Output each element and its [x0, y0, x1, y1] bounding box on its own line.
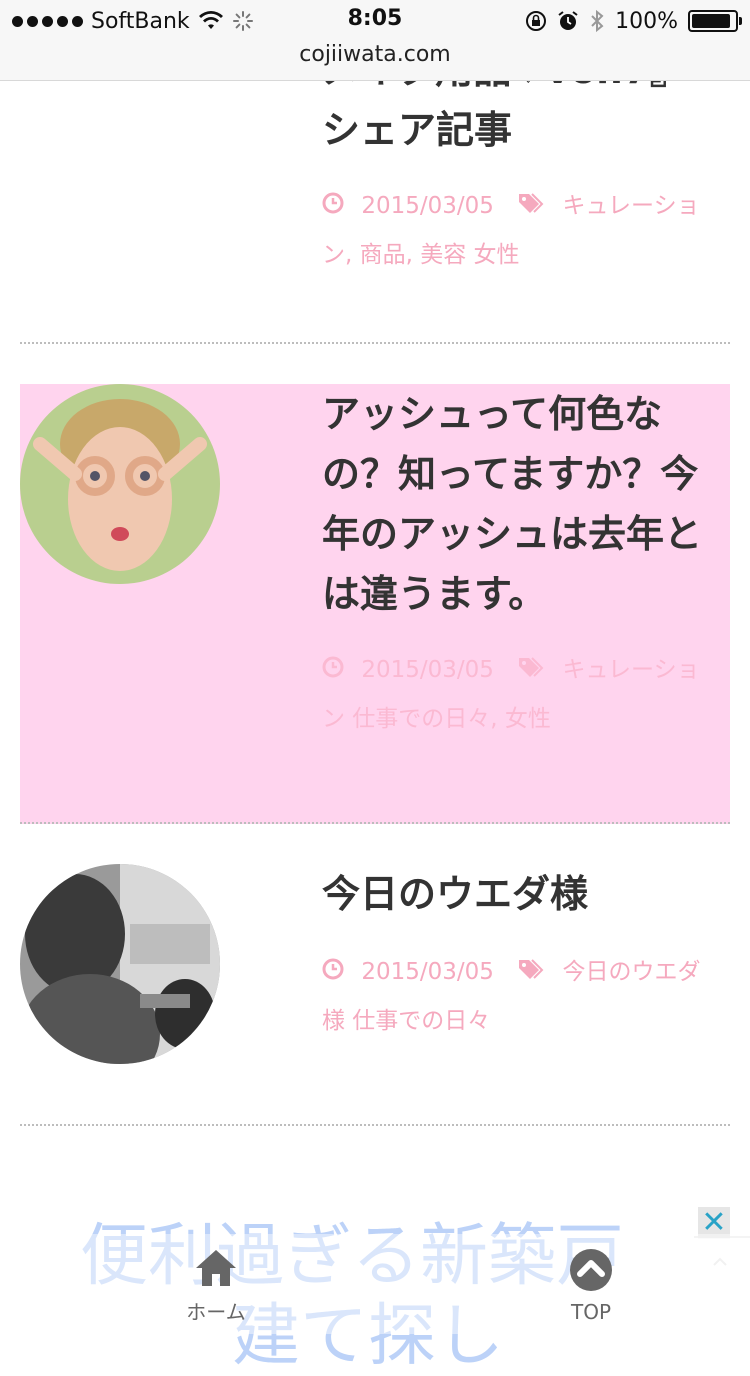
tag-icon	[517, 183, 545, 231]
tab-top-label: TOP	[570, 1300, 612, 1324]
article-date: 2015/03/05	[361, 657, 494, 683]
article-meta: 2015/03/05 今日のウエダ様 仕事での日々	[322, 948, 722, 1045]
article-item[interactable]: アッシュって何色なの？知ってますか？今年のアッシュは去年とは違うます。 2015…	[20, 384, 730, 824]
tab-top[interactable]: TOP	[531, 1248, 651, 1324]
tab-home[interactable]: ホーム	[156, 1248, 276, 1325]
article-meta: 2015/03/05 キュレーション 仕事での日々, 女性	[322, 646, 722, 743]
tag-icon	[517, 949, 545, 997]
rotation-lock-icon	[526, 11, 547, 31]
alarm-icon	[558, 11, 578, 30]
clock-icon	[322, 647, 344, 695]
tag-icon	[517, 647, 545, 695]
article-thumbnail[interactable]	[20, 864, 220, 1064]
bluetooth-icon	[591, 9, 604, 33]
chevron-up-circle-icon	[570, 1249, 612, 1291]
status-bar: SoftBank 8:05 100% cojiiwata.com	[0, 0, 750, 81]
article-meta: 2015/03/05 キュレーション, 商品, 美容 女性	[322, 182, 722, 279]
battery-percent: 100%	[615, 8, 678, 34]
article-list: メイク用品♡vol.7』シェア記事 2015/03/05 キュレーション, 商品…	[20, 48, 730, 1126]
article-date: 2015/03/05	[361, 959, 494, 985]
article-title[interactable]: 今日のウエダ様	[322, 864, 722, 924]
article-date: 2015/03/05	[361, 193, 494, 219]
article-title[interactable]: アッシュって何色なの？知ってますか？今年のアッシュは去年とは違うます。	[322, 384, 722, 624]
article-item[interactable]: メイク用品♡vol.7』シェア記事 2015/03/05 キュレーション, 商品…	[20, 40, 730, 344]
address-bar-url[interactable]: cojiiwata.com	[0, 42, 750, 67]
home-icon	[196, 1250, 236, 1286]
status-right: 100%	[525, 6, 742, 36]
article-thumbnail[interactable]	[20, 384, 220, 584]
clock-icon	[322, 183, 344, 231]
tab-home-label: ホーム	[186, 1300, 246, 1324]
battery-icon	[688, 10, 742, 32]
article-item[interactable]: 今日のウエダ様 2015/03/05 今日のウエダ様 仕事での日々	[20, 824, 730, 1126]
clock-icon	[322, 949, 344, 997]
bottom-tab-bar: ホーム TOP	[0, 1234, 750, 1334]
